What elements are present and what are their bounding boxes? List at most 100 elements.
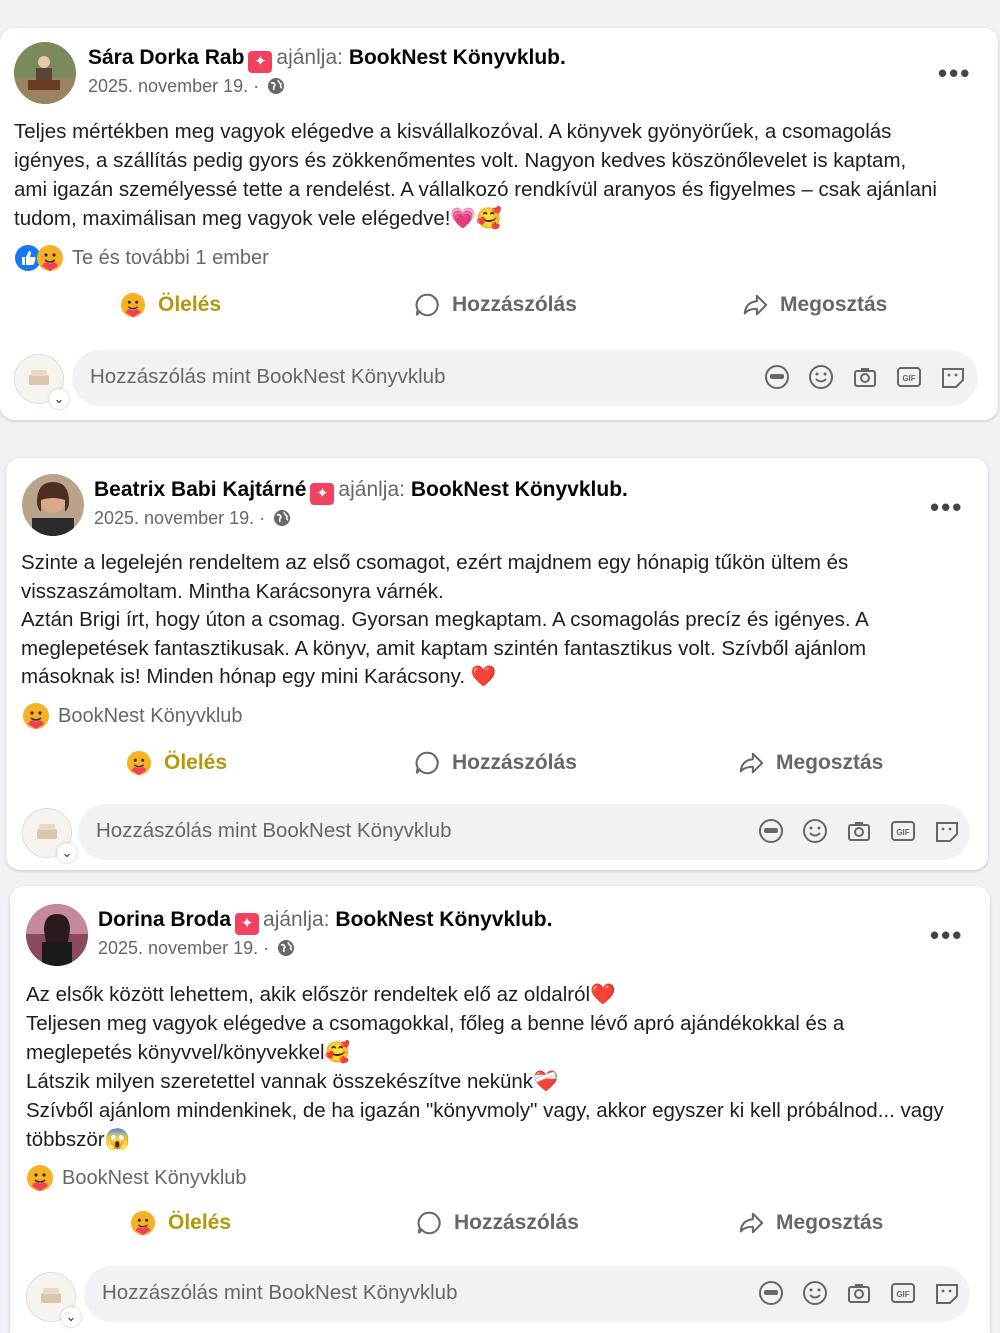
post-text: Teljes mértékben meg vagyok elégedve a k… [14, 117, 989, 233]
share-button[interactable]: Megosztás [742, 292, 887, 318]
svg-text:GIF: GIF [896, 1290, 909, 1299]
share-label: Megosztás [776, 751, 884, 774]
comment-icon [415, 751, 439, 775]
more-options-button[interactable]: ••• [938, 60, 971, 86]
author-name[interactable]: Dorina Broda [98, 908, 231, 931]
hug-button[interactable]: Ölelés [126, 750, 227, 776]
svg-text:GIF: GIF [896, 828, 909, 837]
share-icon [739, 1212, 764, 1234]
sticker-icon[interactable] [940, 364, 966, 390]
comment-button[interactable]: Hozzászólás [416, 1210, 579, 1236]
hug-button[interactable]: Ölelés [130, 1210, 231, 1236]
post-date[interactable]: 2025. november 19. · [94, 508, 291, 529]
comment-label: Hozzászólás [452, 751, 577, 774]
globe-icon [278, 940, 295, 956]
post-date[interactable]: 2025. november 19. · [98, 938, 295, 959]
post-line: visszaszámoltam. Mintha Karácsonyra várn… [21, 579, 444, 603]
page-avatar[interactable]: ⌄ [26, 1272, 81, 1327]
sticker-icon[interactable] [934, 1280, 960, 1306]
hug-icon [126, 750, 152, 776]
sticker-icon[interactable] [934, 818, 960, 844]
page-name[interactable]: BookNest Könyvklub [335, 908, 546, 931]
hug-label: Ölelés [158, 293, 222, 316]
post-line: meglepetés könyvvel/könyvekkel🥰 [26, 1041, 351, 1064]
post-line: meglepetések fantasztikusak. A könyv, am… [21, 636, 867, 660]
page-avatar[interactable]: ⌄ [22, 808, 77, 863]
recommends-label: ajánlja: [276, 46, 343, 69]
reactions-summary[interactable]: BookNest Könyvklub [22, 702, 243, 730]
avatar-sticker-icon[interactable] [758, 1280, 784, 1306]
post-line: Szinte a legelején rendeltem az első cso… [21, 551, 849, 574]
post-line: Látszik milyen szeretettel vannak összek… [26, 1070, 559, 1093]
comment-input[interactable]: Hozzászólás mint BookNest Könyvklub GIF [78, 804, 970, 860]
camera-icon[interactable] [846, 818, 872, 844]
emoji-icon[interactable] [802, 818, 828, 844]
share-button[interactable]: Megosztás [738, 750, 883, 776]
camera-icon[interactable] [846, 1280, 872, 1306]
date-text: 2025. november 19. · [88, 76, 260, 96]
gif-icon[interactable]: GIF [890, 818, 916, 844]
hug-label: Ölelés [168, 1211, 232, 1234]
post-line: tudom, maximálisan meg vagyok vele elége… [14, 207, 502, 230]
chevron-down-icon[interactable]: ⌄ [57, 843, 77, 863]
reactions-summary[interactable]: BookNest Könyvklub [26, 1164, 247, 1192]
comment-tools: GIF [758, 818, 960, 844]
author-avatar[interactable] [22, 474, 84, 536]
post-text: Szinte a legelején rendeltem az első cso… [21, 549, 976, 692]
avatar-sticker-icon[interactable] [764, 364, 790, 390]
comment-input[interactable]: Hozzászólás mint BookNest Könyvklub GIF [84, 1266, 970, 1322]
hug-icon [120, 292, 146, 318]
comment-tools: GIF [758, 1280, 960, 1306]
comment-placeholder: Hozzászólás mint BookNest Könyvklub [96, 819, 452, 842]
comment-placeholder: Hozzászólás mint BookNest Könyvklub [102, 1281, 458, 1304]
reactions-text: BookNest Könyvklub [58, 704, 243, 727]
page-avatar[interactable]: ⌄ [14, 354, 69, 409]
post-line: ami igazán személyessé tette a rendelést… [14, 178, 937, 201]
hug-button[interactable]: Ölelés [120, 292, 221, 318]
post-line: Aztán Brigi írt, hogy úton a csomag. Gyo… [21, 608, 869, 631]
author-name[interactable]: Beatrix Babi Kajtárné [94, 478, 306, 501]
chevron-down-icon[interactable]: ⌄ [49, 389, 69, 409]
reactions-summary[interactable]: Te és további 1 ember [14, 244, 269, 272]
recommend-badge-icon: ✦ [248, 51, 273, 73]
recommend-badge-icon: ✦ [235, 913, 260, 935]
author-line: Beatrix Babi Kajtárné ✦ ajánlja: BookNest … [94, 478, 628, 505]
author-line: Sára Dorka Rab ✦ ajánlja: BookNest Könyvkl… [88, 46, 566, 73]
avatar-sticker-icon[interactable] [758, 818, 784, 844]
post-line: többször😱 [26, 1128, 131, 1151]
date-text: 2025. november 19. · [94, 508, 266, 528]
comment-icon [417, 1211, 441, 1235]
gif-icon[interactable]: GIF [896, 364, 922, 390]
svg-text:GIF: GIF [902, 374, 915, 383]
author-line: Dorina Broda ✦ ajánlja: BookNest Könyvklub… [98, 908, 552, 935]
post-line: Az elsők között lehettem, akik először r… [26, 983, 616, 1006]
share-button[interactable]: Megosztás [738, 1210, 883, 1236]
care-icon [27, 1165, 53, 1191]
comment-button[interactable]: Hozzászólás [414, 750, 577, 776]
more-options-button[interactable]: ••• [930, 922, 963, 948]
emoji-icon[interactable] [808, 364, 834, 390]
comment-input[interactable]: Hozzászólás mint BookNest Könyvklub GIF [72, 350, 978, 406]
hug-label: Ölelés [164, 751, 228, 774]
author-avatar[interactable] [26, 904, 88, 966]
author-name[interactable]: Sára Dorka Rab [88, 46, 244, 69]
camera-icon[interactable] [852, 364, 878, 390]
comment-label: Hozzászólás [452, 293, 577, 316]
author-avatar[interactable] [14, 42, 76, 104]
gif-icon[interactable]: GIF [890, 1280, 916, 1306]
share-label: Megosztás [780, 293, 888, 316]
reactions-text: BookNest Könyvklub [62, 1166, 247, 1189]
share-icon [739, 752, 764, 774]
emoji-icon[interactable] [802, 1280, 828, 1306]
reactions-text: Te és további 1 ember [72, 246, 269, 269]
comment-button[interactable]: Hozzászólás [414, 292, 577, 318]
page-name[interactable]: BookNest Könyvklub [349, 46, 560, 69]
post-line: Teljesen meg vagyok elégedve a csomagokk… [26, 1012, 845, 1035]
comment-label: Hozzászólás [454, 1211, 579, 1234]
chevron-down-icon[interactable]: ⌄ [61, 1307, 81, 1327]
post-line: Teljes mértékben meg vagyok elégedve a k… [14, 120, 892, 143]
more-options-button[interactable]: ••• [930, 494, 963, 520]
post-date[interactable]: 2025. november 19. · [88, 76, 285, 97]
comment-icon [415, 293, 439, 317]
page-name[interactable]: BookNest Könyvklub [411, 478, 622, 501]
